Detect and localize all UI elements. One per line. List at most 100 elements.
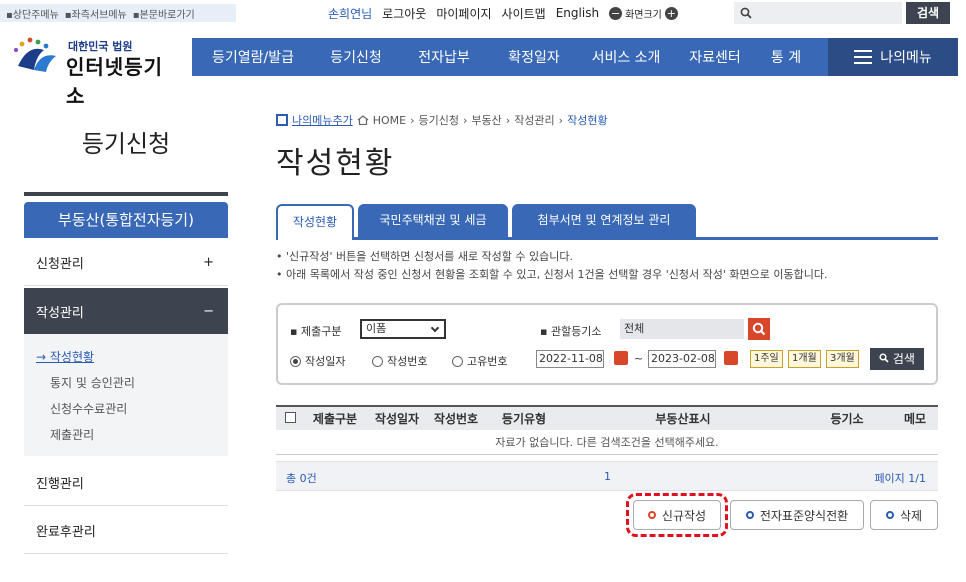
- column-header: 등기유형: [484, 405, 564, 430]
- breadcrumb-sep: ›: [505, 113, 511, 127]
- nav-item-fixed-date[interactable]: 확정일자: [490, 47, 578, 67]
- font-size-control: − 화면크기 +: [609, 6, 678, 21]
- logout-link[interactable]: 로그아웃: [382, 5, 426, 22]
- logo-title: 인터넷등기소: [66, 55, 163, 108]
- nav-item-view-issue[interactable]: 등기열람/발급: [192, 47, 314, 67]
- english-link[interactable]: English: [556, 6, 599, 20]
- nav-item-payment[interactable]: 전자납부: [398, 47, 490, 67]
- my-menu-button[interactable]: 나의메뉴: [828, 38, 958, 76]
- breadcrumb-sep: ›: [410, 113, 415, 127]
- collapse-icon: −: [203, 303, 214, 319]
- sidebar-item-label: 진행관리: [36, 477, 84, 492]
- button-label: 전자표준양식전환: [759, 508, 849, 523]
- sidebar-category[interactable]: 부동산(통합전자등기): [24, 202, 228, 238]
- breadcrumb-sep: ›: [558, 113, 564, 127]
- instructions: • '신규작성' 버튼을 선택하면 신청서를 새로 작성할 수 있습니다. • …: [276, 248, 828, 284]
- highlight-annotation: [626, 493, 728, 537]
- submit-type-select[interactable]: 이폼: [360, 319, 446, 339]
- date-from-input[interactable]: 2022-11-08: [536, 350, 604, 368]
- date-range-separator: ~: [634, 352, 644, 365]
- date-to-input[interactable]: 2023-02-08: [648, 350, 716, 368]
- sidebar-sub-item-notice[interactable]: 통지 및 승인관리: [36, 374, 228, 400]
- empty-message: 자료가 없습니다. 다른 검색조건을 선택해주세요.: [276, 430, 938, 455]
- search-icon: [879, 353, 889, 363]
- site-search-button[interactable]: 검색: [906, 2, 950, 24]
- skip-link-content[interactable]: ▪본문바로가기: [133, 6, 195, 21]
- search-icon: [752, 322, 766, 336]
- sidebar-sub-item-fee[interactable]: 신청수수료관리: [36, 400, 228, 426]
- submit-type-value: 이폼: [366, 322, 387, 335]
- sidebar-title: 등기신청: [81, 130, 171, 158]
- breadcrumb-apply[interactable]: 등기신청: [419, 112, 459, 128]
- home-icon: [357, 115, 369, 125]
- breadcrumb-sep: ›: [463, 113, 468, 127]
- sidebar-item-progress[interactable]: 진행관리: [24, 460, 228, 506]
- calendar-icon[interactable]: [614, 351, 628, 365]
- tab-bonds-tax[interactable]: 국민주택채권 및 세금: [358, 204, 508, 237]
- range-1month-button[interactable]: 1개월: [788, 350, 821, 368]
- user-name: 손희연님: [328, 6, 373, 21]
- font-increase-icon[interactable]: +: [664, 6, 678, 20]
- radio-icon: [372, 355, 383, 367]
- skip-link-main-menu[interactable]: ▪상단주메뉴: [6, 6, 59, 21]
- skip-links: ▪상단주메뉴 ▪좌측서브메뉴 ▪본문바로가기: [0, 4, 236, 22]
- sidebar-item-write-manage[interactable]: 작성관리 −: [24, 288, 228, 334]
- court-field[interactable]: 전체: [620, 319, 744, 339]
- tab-bar: 작성현황 국민주택채권 및 세금 첨부서면 및 연계정보 관리: [276, 204, 938, 240]
- nav-item-resources[interactable]: 자료센터: [674, 47, 756, 67]
- delete-button[interactable]: 삭제: [870, 500, 938, 530]
- add-my-menu-link[interactable]: 나의메뉴추가: [292, 112, 353, 128]
- mypage-link[interactable]: 마이페이지: [436, 5, 491, 22]
- sidebar-sub-item-status[interactable]: → 작성현황: [36, 348, 228, 374]
- column-header: 제출구분: [304, 405, 366, 430]
- sidebar-item-apply-manage[interactable]: 신청관리 +: [24, 240, 228, 286]
- circle-icon: [745, 511, 754, 519]
- site-search-input[interactable]: [734, 2, 902, 24]
- nav-item-apply[interactable]: 등기신청: [314, 47, 398, 67]
- sidebar-sub-item-submit[interactable]: 제출관리: [36, 426, 228, 452]
- calendar-icon[interactable]: [724, 351, 738, 365]
- select-all-checkbox[interactable]: [284, 411, 296, 423]
- radio-label: 작성일자: [305, 355, 346, 368]
- sidebar-item-label: 완료후관리: [36, 525, 96, 540]
- instruction-line: • 아래 목록에서 작성 중인 신청서 현황을 조회할 수 있고, 신청서 1건…: [276, 268, 828, 281]
- sidebar-item-complete[interactable]: 완료후관리: [24, 508, 228, 554]
- breadcrumb-current: 작성현황: [567, 114, 608, 127]
- court-label: ▪ 관할등기소: [540, 325, 602, 338]
- sidebar-submenu: → 작성현황 통지 및 승인관리 신청수수료관리 제출관리: [24, 334, 228, 456]
- font-decrease-icon[interactable]: −: [609, 6, 623, 20]
- column-header: 등기소: [802, 405, 892, 430]
- button-label: 삭제: [899, 508, 923, 523]
- expand-icon: +: [203, 255, 214, 270]
- range-3month-button[interactable]: 3개월: [826, 350, 859, 368]
- court-search-button[interactable]: [748, 318, 770, 340]
- breadcrumb-realestate[interactable]: 부동산: [471, 112, 501, 128]
- page-title: 작성현황: [276, 146, 395, 181]
- radio-selected-icon: [290, 355, 301, 367]
- nav-item-stats[interactable]: 통 계: [756, 47, 816, 67]
- skip-link-sub-menu[interactable]: ▪좌측서브메뉴: [65, 6, 127, 21]
- nav-item-service[interactable]: 서비스 소개: [578, 47, 674, 67]
- sidebar-divider: [24, 192, 228, 196]
- convert-standard-form-button[interactable]: 전자표준양식전환: [730, 500, 864, 530]
- table-row: 자료가 없습니다. 다른 검색조건을 선택해주세요.: [276, 430, 938, 455]
- breadcrumb: 나의메뉴추가 HOME › 등기신청 › 부동산 › 작성관리 › 작성현황: [276, 112, 608, 128]
- radio-write-number[interactable]: 작성번호: [372, 353, 427, 369]
- breadcrumb-home[interactable]: HOME: [373, 114, 406, 127]
- radio-write-date[interactable]: 작성일자: [290, 353, 345, 369]
- column-header: 작성일자: [366, 405, 428, 430]
- tab-write-status[interactable]: 작성현황: [276, 204, 354, 240]
- total-count: 총 0건: [286, 472, 317, 485]
- column-header: 부동산표시: [564, 405, 802, 430]
- search-panel: ▪ 제출구분 이폼 ▪ 관할등기소 전체 작성일자 작성번호 고유번호 2022…: [276, 303, 938, 385]
- breadcrumb-write[interactable]: 작성관리: [514, 112, 554, 128]
- site-logo[interactable]: 대한민국 법원 인터넷등기소: [10, 34, 180, 108]
- search-button[interactable]: 검색: [870, 348, 924, 370]
- range-1week-button[interactable]: 1주일: [750, 350, 783, 368]
- page-number[interactable]: 1: [604, 470, 611, 483]
- tab-attachments[interactable]: 첨부서면 및 연계정보 관리: [512, 204, 696, 237]
- table-pager: 총 0건 1 페이지 1/1: [276, 461, 938, 491]
- sitemap-link[interactable]: 사이트맵: [502, 5, 546, 22]
- sidebar-item-label: 신청관리: [36, 257, 84, 272]
- radio-unique-number[interactable]: 고유번호: [452, 353, 507, 369]
